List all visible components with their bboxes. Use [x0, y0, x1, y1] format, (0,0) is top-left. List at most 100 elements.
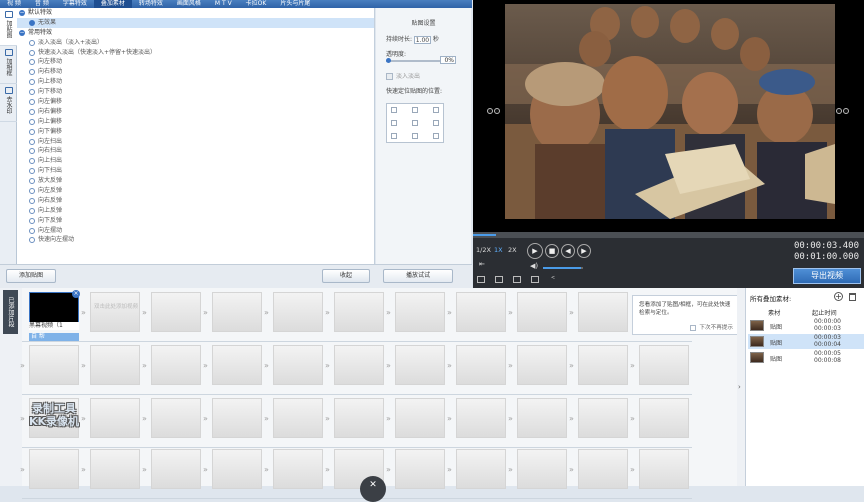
- timeline-empty-slot[interactable]: [395, 292, 445, 332]
- position-cell[interactable]: [412, 133, 418, 139]
- timeline-empty-slot[interactable]: [273, 292, 323, 332]
- fade-checkbox-row[interactable]: 淡入淡出: [386, 71, 420, 80]
- position-cell[interactable]: [433, 120, 439, 126]
- radio-icon[interactable]: [29, 168, 35, 175]
- transition-arrow-icon[interactable]: »: [203, 308, 212, 317]
- speed-half[interactable]: 1/2X: [476, 246, 491, 254]
- radio-icon[interactable]: [29, 89, 35, 96]
- transition-arrow-icon[interactable]: »: [264, 414, 273, 423]
- asset-panel-toggle[interactable]: ›: [737, 288, 745, 486]
- tab-overlay-materials[interactable]: 叠加素材: [93, 0, 132, 8]
- asset-row[interactable]: 贴图 00:00:00 00:00:03: [748, 318, 864, 333]
- tab-video[interactable]: 视 频: [0, 0, 28, 8]
- transition-arrow-icon[interactable]: »: [508, 414, 517, 423]
- transition-arrow-icon[interactable]: »: [569, 308, 578, 317]
- transition-arrow-icon[interactable]: »: [20, 465, 29, 474]
- effect-item[interactable]: 快速向左摆动: [17, 235, 374, 245]
- timeline-empty-slot[interactable]: [395, 345, 445, 385]
- radio-icon[interactable]: [29, 59, 35, 66]
- radio-icon[interactable]: [29, 19, 35, 26]
- timeline-empty-slot[interactable]: [456, 292, 506, 332]
- radio-icon[interactable]: [29, 187, 35, 194]
- position-cell[interactable]: [391, 107, 397, 113]
- add-sticker-button[interactable]: 添加贴图: [6, 269, 56, 283]
- radio-icon[interactable]: [29, 138, 35, 145]
- effect-item[interactable]: 向下反弹: [17, 216, 374, 226]
- transition-arrow-icon[interactable]: »: [142, 361, 151, 370]
- transition-arrow-icon[interactable]: »: [325, 414, 334, 423]
- transition-arrow-icon[interactable]: »: [508, 361, 517, 370]
- transition-arrow-icon[interactable]: »: [20, 361, 29, 370]
- opacity-slider[interactable]: [386, 58, 446, 63]
- timeline-empty-slot[interactable]: [578, 398, 628, 438]
- fade-checkbox[interactable]: [386, 73, 393, 80]
- timeline-empty-slot[interactable]: [578, 449, 628, 489]
- transition-arrow-icon[interactable]: »: [386, 414, 395, 423]
- transition-arrow-icon[interactable]: »: [203, 414, 212, 423]
- asset-row[interactable]: 贴图 00:00:05 00:00:08: [748, 350, 864, 365]
- transition-arrow-icon[interactable]: »: [386, 361, 395, 370]
- resize-handle-left[interactable]: [487, 108, 493, 114]
- tab-intro-outro[interactable]: 片头与片尾: [273, 0, 317, 8]
- timeline-empty-slot[interactable]: [578, 345, 628, 385]
- timeline-empty-slot[interactable]: [29, 449, 79, 489]
- step-back-icon[interactable]: ⇤: [479, 260, 485, 268]
- transition-arrow-icon[interactable]: »: [569, 414, 578, 423]
- effect-item[interactable]: 向上扫出: [17, 156, 374, 166]
- opacity-slider-knob[interactable]: [386, 58, 391, 63]
- effect-item[interactable]: 向左扫出: [17, 137, 374, 147]
- transition-arrow-icon[interactable]: »: [630, 361, 639, 370]
- collapse-button[interactable]: 收起: [322, 269, 370, 283]
- tab-picture-style[interactable]: 画面风格: [170, 0, 208, 8]
- radio-icon[interactable]: [29, 178, 35, 185]
- radio-icon[interactable]: [29, 49, 35, 56]
- tab-audio[interactable]: 音 频: [28, 0, 56, 8]
- effect-item[interactable]: 放大反弹: [17, 176, 374, 186]
- fullscreen-icon[interactable]: [477, 276, 485, 283]
- effect-item[interactable]: 向右移动: [17, 67, 374, 77]
- dont-show-again[interactable]: 下次不再提示: [690, 324, 733, 332]
- radio-icon[interactable]: [29, 69, 35, 76]
- effect-item[interactable]: 向上移动: [17, 77, 374, 87]
- position-cell[interactable]: [412, 120, 418, 126]
- position-cell[interactable]: [433, 133, 439, 139]
- resize-handle-left-inner[interactable]: [494, 108, 500, 114]
- timeline-empty-slot[interactable]: [395, 449, 445, 489]
- transition-arrow-icon[interactable]: »: [447, 361, 456, 370]
- dont-show-checkbox[interactable]: [690, 324, 697, 331]
- transition-arrow-icon[interactable]: »: [447, 308, 456, 317]
- timeline-empty-slot[interactable]: [517, 345, 567, 385]
- duration-input[interactable]: 1.00: [413, 35, 431, 44]
- asset-row[interactable]: 贴图 00:00:03 00:00:04: [748, 334, 864, 349]
- timeline-empty-slot[interactable]: [90, 398, 140, 438]
- clip-remove-icon[interactable]: ×: [72, 290, 80, 298]
- timeline-empty-slot[interactable]: [273, 449, 323, 489]
- close-circle-button[interactable]: ✕: [360, 476, 386, 502]
- radio-icon[interactable]: [29, 237, 35, 244]
- timeline-empty-slot[interactable]: [90, 449, 140, 489]
- radio-icon[interactable]: [29, 108, 35, 115]
- transition-arrow-icon[interactable]: »: [264, 361, 273, 370]
- position-cell[interactable]: [391, 133, 397, 139]
- transition-arrow-icon[interactable]: »: [508, 465, 517, 474]
- effect-item[interactable]: 快速淡入淡出（快速淡入+停留+快速淡出）: [17, 48, 374, 58]
- timeline-empty-slot[interactable]: [334, 398, 384, 438]
- tab-subtitle-effects[interactable]: 字幕特效: [56, 0, 94, 8]
- timeline-empty-slot[interactable]: [639, 345, 689, 385]
- transition-arrow-icon[interactable]: »: [386, 465, 395, 474]
- next-frame-button[interactable]: ▶: [577, 244, 591, 258]
- resize-handle-right-inner[interactable]: [843, 108, 849, 114]
- transition-arrow-icon[interactable]: »: [142, 308, 151, 317]
- timeline-empty-slot[interactable]: [151, 449, 201, 489]
- timeline-empty-slot[interactable]: [517, 292, 567, 332]
- side-tab-add-frame[interactable]: 加相框: [0, 46, 17, 84]
- timeline-empty-slot[interactable]: [517, 449, 567, 489]
- open-folder-icon[interactable]: [495, 276, 503, 283]
- effect-item[interactable]: 向右反弹: [17, 196, 374, 206]
- timeline-empty-slot[interactable]: [456, 345, 506, 385]
- resize-handle-right[interactable]: [836, 108, 842, 114]
- radio-icon[interactable]: [29, 79, 35, 86]
- transition-arrow-icon[interactable]: »: [508, 308, 517, 317]
- transition-arrow-icon[interactable]: »: [142, 465, 151, 474]
- timeline-empty-slot[interactable]: [151, 292, 201, 332]
